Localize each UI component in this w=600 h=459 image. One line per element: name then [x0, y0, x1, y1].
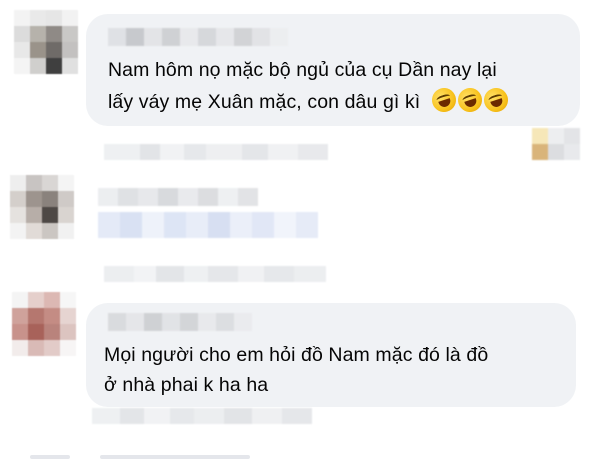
- next-comment-bubble-edge: [100, 455, 250, 459]
- comment-bubble: Mọi người cho em hỏi đồ Nam mặc đó là đồ…: [86, 303, 576, 407]
- author-name-redacted[interactable]: [108, 313, 252, 331]
- comment-thread: Nam hôm nọ mặc bộ ngủ của cụ Dần nay lại…: [0, 0, 600, 459]
- avatar[interactable]: [12, 292, 76, 356]
- laughing-emoji-icon: [480, 84, 511, 116]
- comment-actions-redacted[interactable]: [92, 408, 312, 424]
- comment-text-line: Nam hôm nọ mặc bộ ngủ của cụ Dần nay lại: [108, 59, 497, 81]
- comment-bubble: Nam hôm nọ mặc bộ ngủ của cụ Dần nay lại…: [86, 14, 580, 126]
- laughing-emoji-icon: [454, 84, 485, 116]
- comment-text-line: lấy váy mẹ Xuân mặc, con dâu gì kì: [108, 84, 511, 118]
- comment-text-line: ở nhà phai k ha ha: [104, 374, 269, 396]
- avatar[interactable]: [10, 175, 74, 239]
- laughing-emoji-icon: [428, 84, 459, 116]
- reaction-count-badge[interactable]: [532, 128, 580, 160]
- emoji-group: [428, 84, 511, 116]
- comment-actions-redacted[interactable]: [104, 266, 326, 282]
- next-comment-avatar-edge: [30, 455, 70, 459]
- author-name-redacted[interactable]: [98, 188, 258, 206]
- author-name-redacted[interactable]: [108, 28, 288, 46]
- comment-text-redacted: [98, 212, 318, 238]
- comment-text-line: Mọi người cho em hỏi đồ Nam mặc đó là đồ: [104, 344, 489, 366]
- avatar[interactable]: [14, 10, 78, 74]
- comment-actions-redacted[interactable]: [104, 144, 328, 160]
